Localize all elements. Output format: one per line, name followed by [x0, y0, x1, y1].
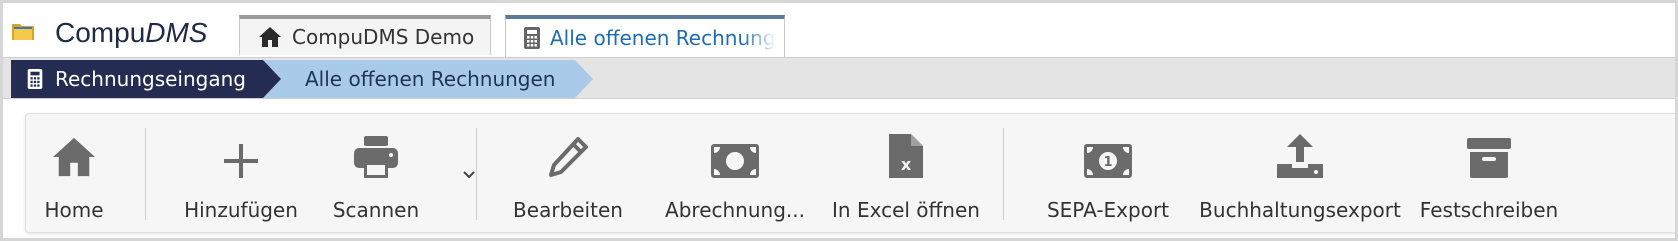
- breadcrumb-label: Alle offenen Rechnungen: [305, 67, 556, 91]
- home-icon: [53, 137, 95, 177]
- sepa-money-icon: 1: [1084, 144, 1132, 178]
- tab-label: CompuDMS Demo: [292, 25, 475, 49]
- edit-label: Bearbeiten: [513, 198, 623, 222]
- billing-label: Abrechnung...: [665, 198, 805, 222]
- ribbon-toolbar: Home Hinzufügen Scannen Bearbeiten Abrec…: [25, 113, 1675, 233]
- excel-open-label: In Excel öffnen: [832, 198, 980, 222]
- edit-button[interactable]: Bearbeiten: [513, 114, 623, 232]
- accounting-export-button[interactable]: Buchhaltungsexport: [1199, 114, 1401, 232]
- plus-icon: [224, 144, 258, 178]
- sepa-export-button[interactable]: 1 SEPA-Export: [1046, 114, 1170, 232]
- app-window: CompuDMS CompuDMS Demo Alle offenen Rech…: [3, 3, 1675, 238]
- toolbar-divider: [476, 128, 477, 220]
- app-title: CompuDMS: [55, 17, 208, 48]
- folder-logo-icon: [12, 24, 34, 40]
- toolbar-divider: [145, 128, 146, 220]
- toolbar-divider: [1003, 128, 1004, 220]
- pencil-icon: [549, 137, 588, 177]
- finalize-label: Festschreiben: [1419, 198, 1559, 222]
- excel-open-button[interactable]: x In Excel öffnen: [832, 114, 980, 232]
- add-label: Hinzufügen: [184, 198, 298, 222]
- upload-icon: [1277, 134, 1323, 178]
- calculator-icon: [524, 27, 540, 49]
- sepa-export-label: SEPA-Export: [1046, 198, 1170, 222]
- home-button[interactable]: Home: [36, 114, 112, 232]
- excel-file-icon: x: [889, 134, 923, 178]
- billing-button[interactable]: Abrechnung...: [665, 114, 805, 232]
- tab-compudms-demo[interactable]: CompuDMS Demo: [239, 15, 491, 55]
- money-bill-icon: [711, 144, 759, 178]
- home-label: Home: [44, 198, 104, 222]
- breadcrumb-rechnungseingang[interactable]: Rechnungseingang: [11, 60, 287, 98]
- breadcrumb-alle-offenen-rechnungen[interactable]: Alle offenen Rechnungen: [263, 60, 593, 98]
- tab-label: Alle offenen Rechnung: [550, 26, 776, 50]
- scan-button[interactable]: Scannen: [326, 114, 426, 232]
- tab-bar: CompuDMS CompuDMS Demo Alle offenen Rech…: [3, 3, 1675, 57]
- svg-text:x: x: [901, 155, 912, 174]
- printer-icon: [354, 136, 398, 178]
- finalize-button[interactable]: Festschreiben: [1420, 114, 1558, 232]
- breadcrumb-label: Rechnungseingang: [55, 67, 246, 91]
- calculator-icon: [27, 69, 43, 89]
- add-button[interactable]: Hinzufügen: [184, 114, 298, 232]
- breadcrumb: Rechnungseingang Alle offenen Rechnungen: [3, 57, 1675, 99]
- archive-box-icon: [1467, 138, 1511, 178]
- svg-text:1: 1: [1103, 155, 1112, 170]
- tab-alle-offenen-rechnungen[interactable]: Alle offenen Rechnung: [505, 15, 785, 57]
- home-icon: [259, 27, 281, 47]
- chevron-down-icon[interactable]: [462, 170, 476, 180]
- accounting-export-label: Buchhaltungsexport: [1199, 198, 1401, 222]
- scan-label: Scannen: [332, 198, 420, 222]
